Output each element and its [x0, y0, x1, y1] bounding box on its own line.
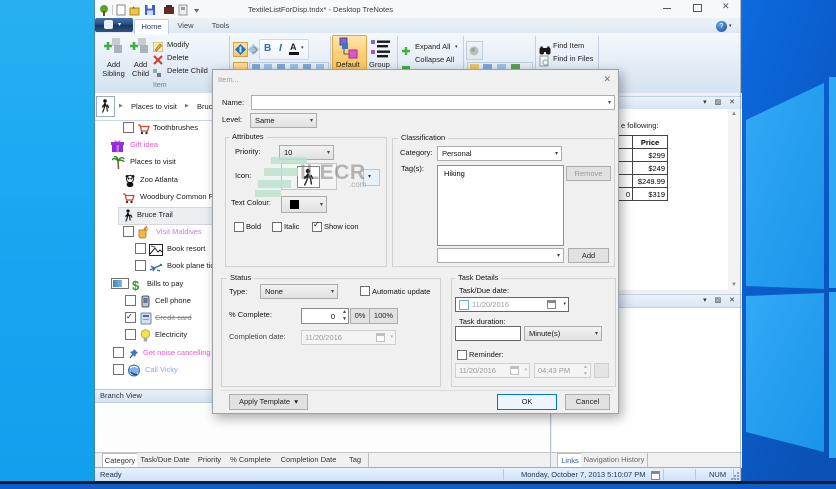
svg-text:$: $ — [132, 278, 140, 292]
